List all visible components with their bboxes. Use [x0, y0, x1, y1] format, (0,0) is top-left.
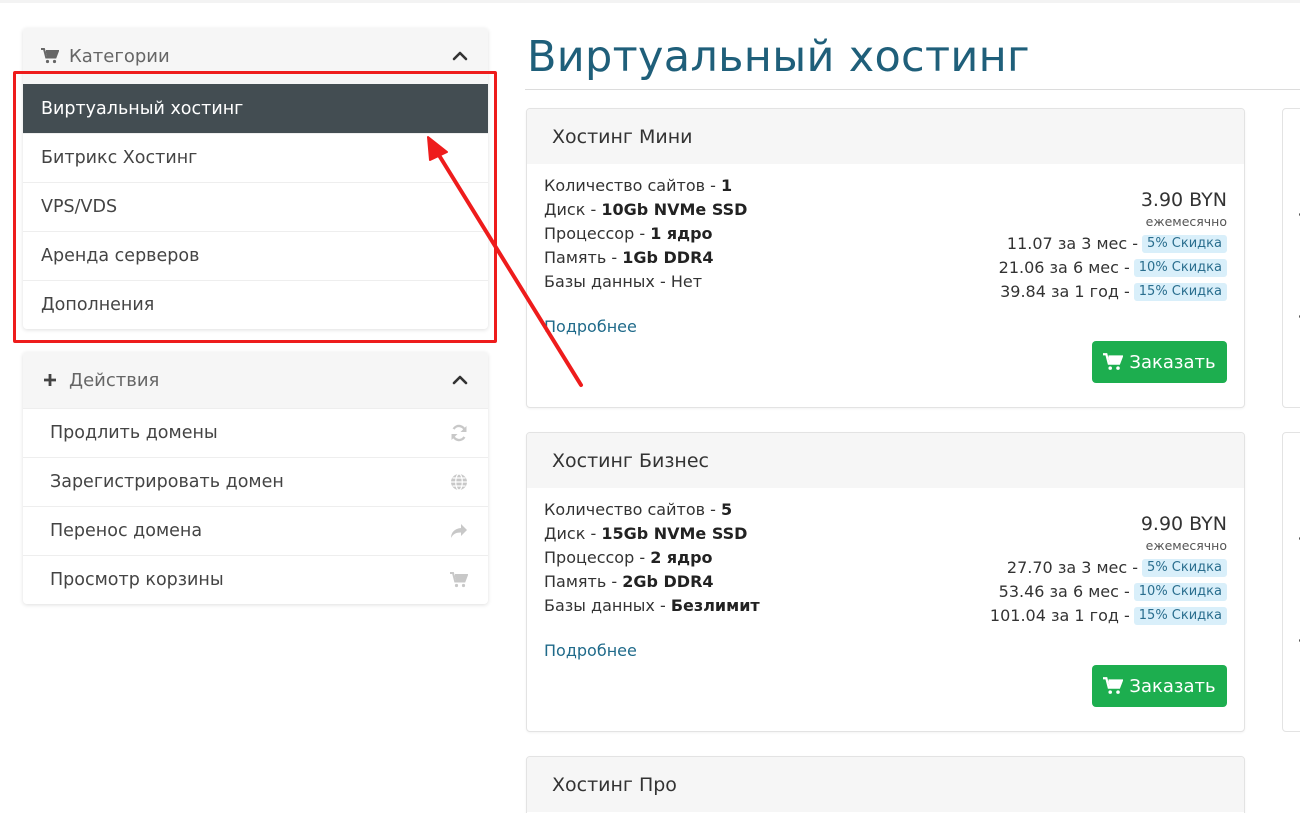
discount-badge: 15% Скидка: [1133, 607, 1227, 625]
more-details-link[interactable]: Подробнее: [544, 317, 637, 336]
annotation-highlight-box: [13, 71, 497, 343]
action-label: Перенос домена: [50, 521, 203, 541]
order-button[interactable]: Заказать: [1092, 341, 1227, 383]
price-monthly: 3.90 BYN: [1140, 189, 1227, 211]
price-block: 3.90 BYN ежемесячно 11.07 за 3 мес -5% С…: [999, 186, 1227, 304]
feature-row: Базы данных - Нет: [544, 272, 703, 291]
actions-title: Действия: [69, 369, 160, 391]
discount-badge: 15% Скидка: [1133, 283, 1227, 301]
product-name: Хостинг Про: [527, 757, 1244, 812]
order-label: Заказать: [1129, 351, 1216, 373]
price-block: 9.90 BYN ежемесячно 27.70 за 3 мес -5% С…: [990, 510, 1227, 628]
price-row: 39.84 за 1 год -15% Скидка: [999, 280, 1227, 304]
product-card-business: Хостинг Бизнес Количество сайтов - 5 Дис…: [526, 432, 1245, 732]
title-divider: [525, 89, 1300, 90]
product-card-partial: [1282, 108, 1300, 408]
cart-icon: [1103, 675, 1125, 697]
feature-row: Память - 2Gb DDR4: [544, 572, 714, 591]
price-row: 53.46 за 6 мес -10% Скидка: [990, 580, 1227, 604]
feature-row: Диск - 10Gb NVMe SSD: [544, 200, 748, 219]
action-label: Продлить домены: [50, 423, 218, 443]
action-view-cart[interactable]: Просмотр корзины: [23, 555, 488, 604]
feature-row: Диск - 15Gb NVMe SSD: [544, 524, 748, 543]
action-transfer-domain[interactable]: Перенос домена: [23, 506, 488, 555]
order-button[interactable]: Заказать: [1092, 665, 1227, 707]
action-label: Зарегистрировать домен: [50, 472, 284, 492]
discount-badge: 10% Скидка: [1133, 259, 1227, 277]
globe-icon: [448, 471, 470, 493]
product-features: Количество сайтов - 5 Диск - 15Gb NVMe S…: [544, 498, 760, 618]
feature-row: Процессор - 2 ядро: [544, 548, 713, 567]
feature-row: Количество сайтов - 5: [544, 500, 733, 519]
price-row: 21.06 за 6 мес -10% Скидка: [999, 256, 1227, 280]
categories-title: Категории: [69, 45, 170, 67]
top-border: [0, 0, 1300, 3]
actions-list: Продлить домены Зарегистрировать домен П…: [23, 408, 488, 604]
discount-badge: 10% Скидка: [1133, 583, 1227, 601]
page-title: Виртуальный хостинг: [527, 32, 1030, 82]
plus-icon: [40, 370, 60, 390]
actions-header[interactable]: Действия: [23, 352, 488, 408]
share-arrow-icon: [448, 520, 470, 542]
billing-cycle: ежемесячно: [1145, 214, 1227, 229]
action-register-domain[interactable]: Зарегистрировать домен: [23, 457, 488, 506]
discount-badge: 5% Скидка: [1142, 559, 1227, 577]
product-card-pro: Хостинг Про: [526, 756, 1245, 813]
chevron-up-icon[interactable]: [449, 45, 471, 67]
actions-panel: Действия Продлить домены Зарегистрироват…: [23, 352, 488, 604]
price-row: 11.07 за 3 мес -5% Скидка: [999, 232, 1227, 256]
chevron-up-icon[interactable]: [449, 369, 471, 391]
product-name: Хостинг Мини: [527, 109, 1244, 164]
feature-row: Базы данных - Безлимит: [544, 596, 760, 615]
action-label: Просмотр корзины: [50, 570, 224, 590]
price-monthly: 9.90 BYN: [1140, 513, 1227, 535]
product-name: Хостинг Бизнес: [527, 433, 1244, 488]
refresh-icon: [448, 422, 470, 444]
price-row: 101.04 за 1 год -15% Скидка: [990, 604, 1227, 628]
more-details-link[interactable]: Подробнее: [544, 641, 637, 660]
price-row: 27.70 за 3 мес -5% Скидка: [990, 556, 1227, 580]
product-card-partial: [1282, 432, 1300, 732]
order-label: Заказать: [1129, 675, 1216, 697]
feature-row: Память - 1Gb DDR4: [544, 248, 714, 267]
billing-cycle: ежемесячно: [1145, 538, 1227, 553]
discount-badge: 5% Скидка: [1142, 235, 1227, 253]
cart-icon: [40, 46, 60, 66]
action-renew-domains[interactable]: Продлить домены: [23, 408, 488, 457]
feature-row: Количество сайтов - 1: [544, 176, 733, 195]
cart-icon: [1103, 351, 1125, 373]
cart-icon: [448, 569, 470, 591]
product-features: Количество сайтов - 1 Диск - 10Gb NVMe S…: [544, 174, 747, 294]
feature-row: Процессор - 1 ядро: [544, 224, 713, 243]
product-card-mini: Хостинг Мини Количество сайтов - 1 Диск …: [526, 108, 1245, 408]
